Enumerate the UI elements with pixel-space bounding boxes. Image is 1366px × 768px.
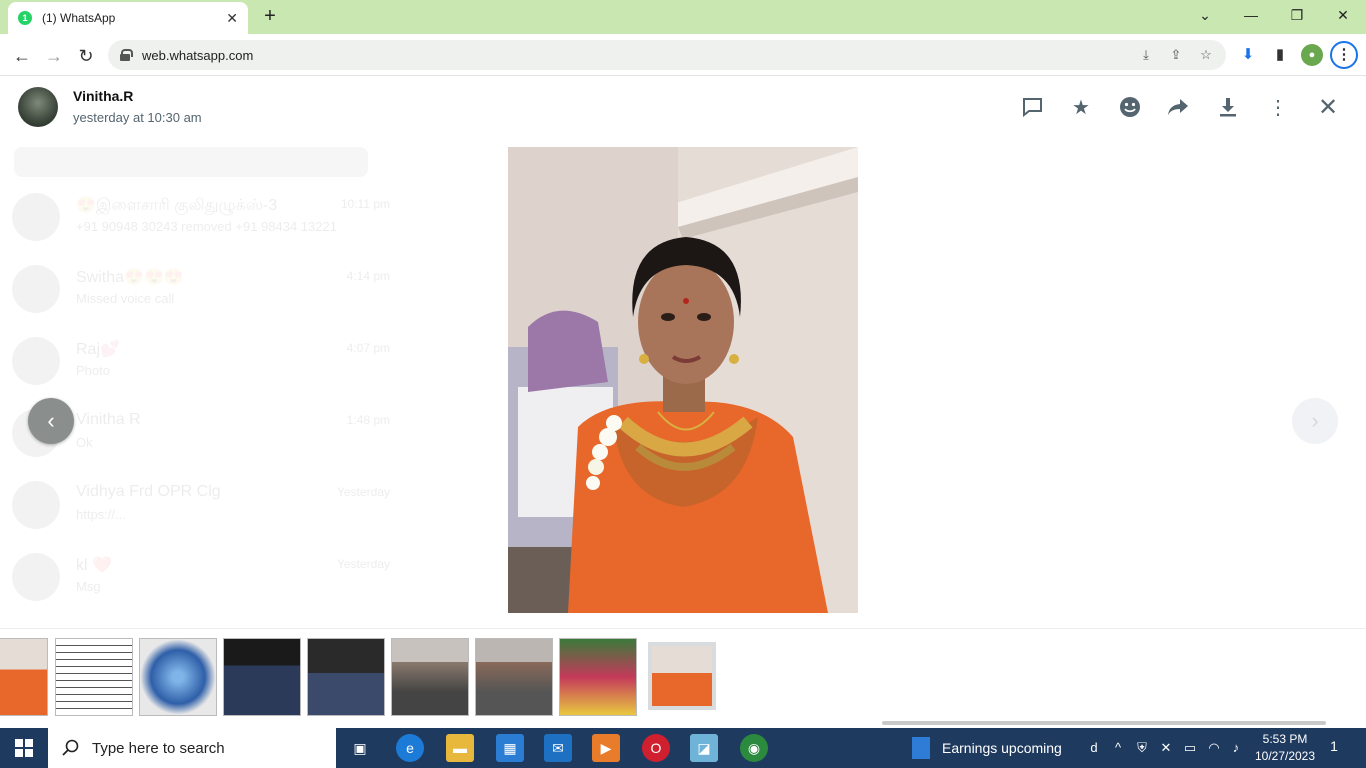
background-chat-row: Switha😍😍😍 4:14 pm Missed voice call [12,259,402,319]
taskbar-search-placeholder[interactable]: Type here to search [92,740,225,757]
reload-icon[interactable]: ↻ [72,42,100,70]
background-search-box [14,147,368,177]
thumbnail-active[interactable] [648,642,716,710]
viewer-header: Vinitha.R yesterday at 10:30 am ★ ⋮ ✕ [0,77,1366,137]
star-icon[interactable]: ★ [1069,95,1093,119]
tab-search-icon[interactable]: ⌄ [1182,0,1228,30]
volume-icon[interactable]: ♪ [1228,740,1244,756]
chrome-browser-icon[interactable]: ◉ [740,734,768,762]
start-button[interactable] [0,728,48,768]
file-explorer-icon[interactable]: ▬ [446,734,474,762]
profile-avatar-icon[interactable]: ● [1301,44,1323,66]
media-thumbnail-strip [0,628,1366,728]
task-view-icon[interactable]: ▣ [346,734,374,762]
thumbnail[interactable] [475,638,553,716]
app-tray-icon[interactable]: d [1086,740,1102,756]
thumbnail[interactable] [139,638,217,716]
clock-time: 5:53 PM [1262,732,1308,746]
close-window-button[interactable]: ✕ [1320,0,1366,30]
forward-icon[interactable] [1166,95,1190,119]
taskbar-search-box[interactable]: Type here to search [48,728,336,768]
previous-media-button[interactable]: ‹ [28,398,74,444]
more-options-icon[interactable]: ⋮ [1266,95,1290,119]
windows-logo-icon [15,739,33,757]
download-icon[interactable] [1216,95,1240,119]
network-alert-icon[interactable]: ✕ [1158,740,1174,756]
thumbnail[interactable] [223,638,301,716]
notification-center-icon[interactable]: 1 [1324,738,1344,758]
minimize-button[interactable]: — [1228,0,1274,30]
whatsapp-favicon-icon: 1 [18,11,32,25]
thumbnail[interactable] [391,638,469,716]
thumbnail[interactable] [55,638,133,716]
notification-count: 1 [1330,738,1338,754]
new-tab-button[interactable]: + [258,4,282,28]
media-photo [508,147,858,613]
background-chat-row: kl ❤️ Yesterday Msg [12,547,402,607]
tab-close-icon[interactable]: ✕ [226,10,238,27]
thumbnail[interactable] [559,638,637,716]
background-chat-row: 😍இளைசாரி குலிதுழுக்ஸ்-3 10:11 pm +91 909… [12,187,402,247]
back-arrow-icon[interactable]: ← [8,42,36,70]
opera-browser-icon[interactable]: O [642,734,670,762]
tab-title: (1) WhatsApp [42,11,116,25]
background-chat-row: Vidhya Frd OPR Clg Yesterday https://... [12,475,402,535]
forward-arrow-icon[interactable]: → [40,42,68,70]
clock-date: 10/27/2023 [1254,749,1316,763]
windows-taskbar: Type here to search ▣ e ▬ ▦ ✉ ▶ O ◪ ◉ Ea… [0,728,1366,768]
thumbnail-scrollbar[interactable] [882,721,1326,725]
microsoft-store-icon[interactable]: ▦ [496,734,524,762]
emoji-icon[interactable] [1118,95,1142,119]
browser-tab-strip: 1 (1) WhatsApp ✕ + ⌄ — ❐ ✕ [0,0,1366,34]
address-bar[interactable]: web.whatsapp.com ⤓ ⇪ ☆ [108,40,1226,70]
edge-browser-icon[interactable]: e [396,734,424,762]
side-panel-icon[interactable]: ▮ [1269,44,1291,66]
bookmark-star-icon[interactable]: ☆ [1198,47,1214,63]
browser-tab-whatsapp[interactable]: 1 (1) WhatsApp ✕ [8,2,248,34]
share-icon[interactable]: ⇪ [1168,47,1184,63]
news-widget-text: Earnings upcoming [942,740,1062,756]
next-media-button[interactable]: › [1292,398,1338,444]
lock-icon[interactable] [120,49,133,61]
thumbnail[interactable] [307,638,385,716]
message-timestamp: yesterday at 10:30 am [73,110,202,125]
install-app-icon[interactable]: ⤓ [1138,47,1154,63]
downloads-icon[interactable]: ⬇ [1237,44,1259,66]
mail-icon[interactable]: ✉ [544,734,572,762]
hidden-icons-icon[interactable]: ^ [1110,740,1126,756]
reply-icon[interactable] [1020,95,1044,119]
restore-button[interactable]: ❐ [1274,0,1320,30]
taskbar-clock[interactable]: 5:53 PM 10/27/2023 [1252,731,1318,765]
news-icon [912,737,930,759]
taskbar-news-widget[interactable]: Earnings upcoming [912,728,1062,768]
close-viewer-icon[interactable]: ✕ [1316,94,1340,121]
sender-avatar[interactable] [18,87,58,127]
sender-name[interactable]: Vinitha.R [73,88,133,104]
security-icon[interactable]: ⛨ [1134,740,1150,756]
background-chat-row: Raj💕 4:07 pm Photo [12,331,402,391]
battery-icon[interactable]: ▭ [1182,740,1198,756]
thumbnail[interactable] [0,638,48,716]
notes-app-icon[interactable]: ◪ [690,734,718,762]
wifi-icon[interactable]: ◠ [1206,740,1222,756]
url-text[interactable]: web.whatsapp.com [142,48,1124,63]
media-viewer: 😍இளைசாரி குலிதுழுக்ஸ்-3 10:11 pm +91 909… [0,77,1366,728]
search-icon [62,739,79,756]
media-player-icon[interactable]: ▶ [592,734,620,762]
browser-menu-icon[interactable]: ⋮ [1330,41,1358,69]
browser-toolbar: ← → ↻ web.whatsapp.com ⤓ ⇪ ☆ ⬇ ▮ ● ⋮ [0,34,1366,76]
